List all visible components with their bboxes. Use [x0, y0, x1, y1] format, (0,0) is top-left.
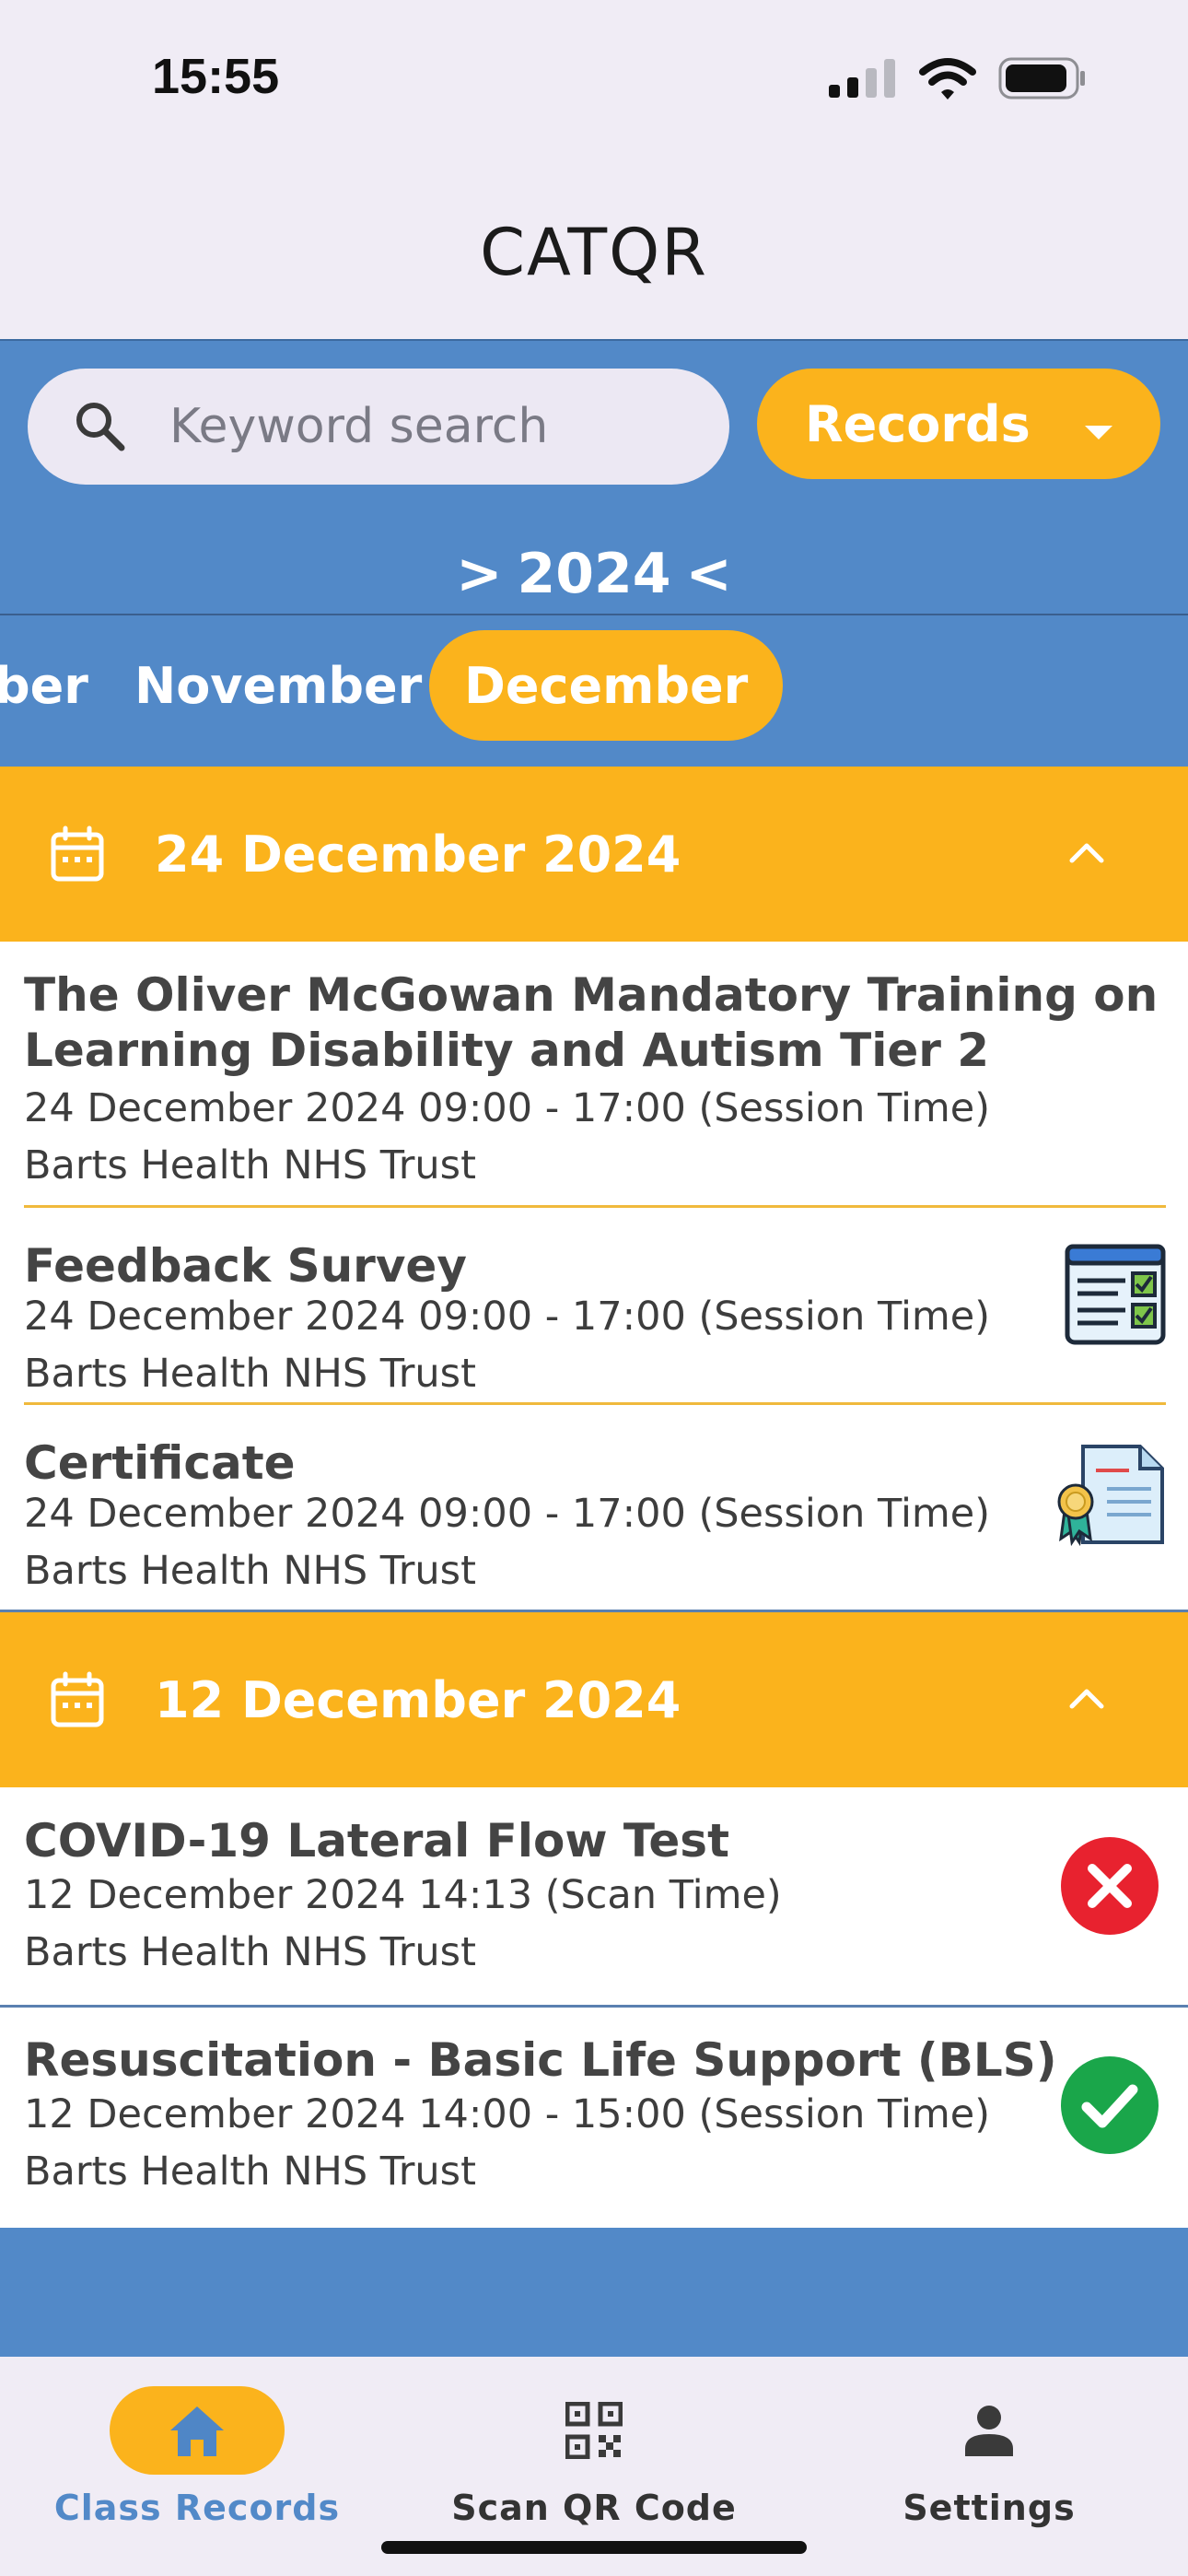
qr-code-icon: [565, 2402, 623, 2459]
list-item[interactable]: Feedback Survey 24 December 2024 09:00 -…: [0, 1209, 1188, 1404]
date-group-header[interactable]: 24 December 2024: [0, 767, 1188, 942]
record-time: 12 December 2024 14:00 - 15:00 (Session …: [24, 2091, 991, 2137]
chevron-up-icon[interactable]: [1068, 1686, 1105, 1710]
year-label: 2024: [517, 542, 671, 606]
certificate-icon[interactable]: [1055, 1443, 1166, 1546]
tab-november[interactable]: November: [134, 630, 422, 741]
list-item[interactable]: Certificate 24 December 2024 09:00 - 17:…: [0, 1406, 1188, 1610]
record-title: The Oliver McGowan Mandatory Training on…: [24, 967, 1158, 1078]
record-organisation: Barts Health NHS Trust: [24, 1929, 476, 1975]
chevron-up-icon[interactable]: [1068, 840, 1105, 864]
date-group-header[interactable]: 12 December 2024: [0, 1612, 1188, 1787]
caret-down-icon: [1085, 426, 1112, 439]
record-time: 24 December 2024 09:00 - 17:00 (Session …: [24, 1294, 991, 1340]
green-check-icon: [1061, 2056, 1159, 2154]
list-item[interactable]: Resuscitation - Basic Life Support (BLS)…: [0, 2008, 1188, 2228]
group-date-label: 24 December 2024: [155, 825, 681, 884]
list-item[interactable]: The Oliver McGowan Mandatory Training on…: [0, 942, 1188, 1207]
record-title: COVID-19 Lateral Flow Test: [24, 1814, 729, 1868]
nav-pill: [902, 2386, 1077, 2475]
nav-pill: [507, 2386, 681, 2475]
nav-label: Class Records: [53, 2488, 341, 2528]
record-time: 12 December 2024 14:13 (Scan Time): [24, 1872, 782, 1918]
nav-label: Scan QR Code: [451, 2488, 737, 2528]
status-bar: 15:55: [0, 0, 1188, 166]
home-icon: [170, 2406, 224, 2456]
signal-icon: [829, 59, 895, 98]
search-icon: [76, 403, 125, 451]
record-title: Resuscitation - Basic Life Support (BLS): [24, 2033, 1057, 2087]
nav-scan-qr-code[interactable]: Scan QR Code: [447, 2386, 741, 2528]
month-tabs: ber November December: [0, 617, 1188, 765]
status-icons: [829, 57, 1087, 100]
date-group-body: COVID-19 Lateral Flow Test 12 December 2…: [0, 1787, 1188, 2228]
nav-class-records[interactable]: Class Records: [50, 2386, 344, 2528]
search-placeholder: Keyword search: [169, 399, 549, 454]
record-title-line: Learning Disability and Autism Tier 2: [24, 1024, 990, 1077]
nav-settings[interactable]: Settings: [842, 2386, 1136, 2528]
record-title: Certificate: [24, 1436, 296, 1490]
record-title-line: The Oliver McGowan Mandatory Training on: [24, 968, 1159, 1022]
divider: [0, 2005, 1188, 2008]
calendar-icon: [51, 825, 104, 882]
year-prev-button[interactable]: >: [456, 542, 502, 606]
record-organisation: Barts Health NHS Trust: [24, 2149, 476, 2195]
record-time: 24 December 2024 09:00 - 17:00 (Session …: [24, 1491, 991, 1537]
person-icon: [965, 2406, 1013, 2456]
divider: [24, 1205, 1166, 1208]
record-organisation: Barts Health NHS Trust: [24, 1351, 476, 1397]
battery-icon: [998, 57, 1085, 100]
search-input[interactable]: Keyword search: [28, 369, 729, 485]
tab-october[interactable]: ber: [0, 630, 88, 741]
group-date-label: 12 December 2024: [155, 1670, 681, 1729]
record-organisation: Barts Health NHS Trust: [24, 1548, 476, 1594]
date-group-body: The Oliver McGowan Mandatory Training on…: [0, 942, 1188, 1610]
survey-checklist-icon[interactable]: [1065, 1244, 1166, 1345]
home-indicator: [381, 2541, 807, 2554]
year-nav: > 2024 <: [0, 534, 1188, 615]
page-title: CATQR: [480, 215, 708, 290]
record-organisation: Barts Health NHS Trust: [24, 1142, 476, 1188]
record-time: 24 December 2024 09:00 - 17:00 (Session …: [24, 1085, 991, 1131]
nav-active-pill: [110, 2386, 285, 2475]
tab-december[interactable]: December: [429, 630, 784, 741]
app-header: CATQR: [0, 166, 1188, 341]
divider: [24, 1402, 1166, 1405]
records-filter-dropdown[interactable]: Records: [757, 369, 1160, 479]
nav-label: Settings: [903, 2488, 1076, 2528]
wifi-icon: [919, 58, 976, 100]
record-title: Feedback Survey: [24, 1239, 467, 1293]
year-next-button[interactable]: <: [686, 542, 732, 606]
list-item[interactable]: COVID-19 Lateral Flow Test 12 December 2…: [0, 1787, 1188, 2005]
records-filter-label: Records: [805, 394, 1031, 453]
calendar-icon: [51, 1671, 104, 1727]
status-time: 15:55: [152, 49, 280, 104]
red-cross-icon: [1061, 1837, 1159, 1935]
